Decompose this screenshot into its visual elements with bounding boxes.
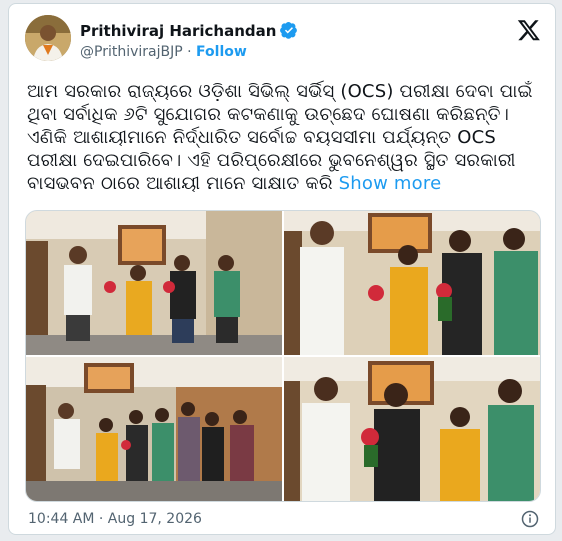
author-handle[interactable]: @PrithivirajBJP	[80, 44, 183, 60]
show-more-link[interactable]: Show more	[339, 173, 442, 194]
author-name-text[interactable]: Prithiviraj Harichandan	[80, 22, 276, 40]
post-timestamp[interactable]: 10:44 AM · Aug 17, 2026	[28, 511, 202, 527]
separator-dot: ·	[187, 44, 192, 60]
verified-badge-icon	[280, 21, 298, 39]
info-icon[interactable]	[521, 510, 539, 528]
follow-button[interactable]: Follow	[196, 44, 247, 60]
post-text: ଆମ ସରକାର ରାଜ୍ୟରେ ଓଡ଼ିଶା ସିଭିଲ୍ ସର୍ଭିସ୍ (…	[27, 80, 547, 195]
x-logo-icon[interactable]	[517, 18, 541, 42]
author-avatar[interactable]	[25, 15, 71, 61]
photo-1[interactable]	[26, 211, 282, 355]
photo-4[interactable]	[284, 357, 540, 501]
tweet-card: Prithiviraj Harichandan @PrithivirajBJP …	[8, 3, 556, 535]
photo-2[interactable]	[284, 211, 540, 355]
post-body: ଆମ ସରକାର ରାଜ୍ୟରେ ଓଡ଼ିଶା ସିଭିଲ୍ ସର୍ଭିସ୍ (…	[27, 81, 533, 194]
photo-grid	[25, 210, 541, 502]
author-handle-row: @PrithivirajBJP · Follow	[80, 44, 247, 60]
author-name[interactable]: Prithiviraj Harichandan	[80, 21, 298, 40]
photo-3[interactable]	[26, 357, 282, 501]
